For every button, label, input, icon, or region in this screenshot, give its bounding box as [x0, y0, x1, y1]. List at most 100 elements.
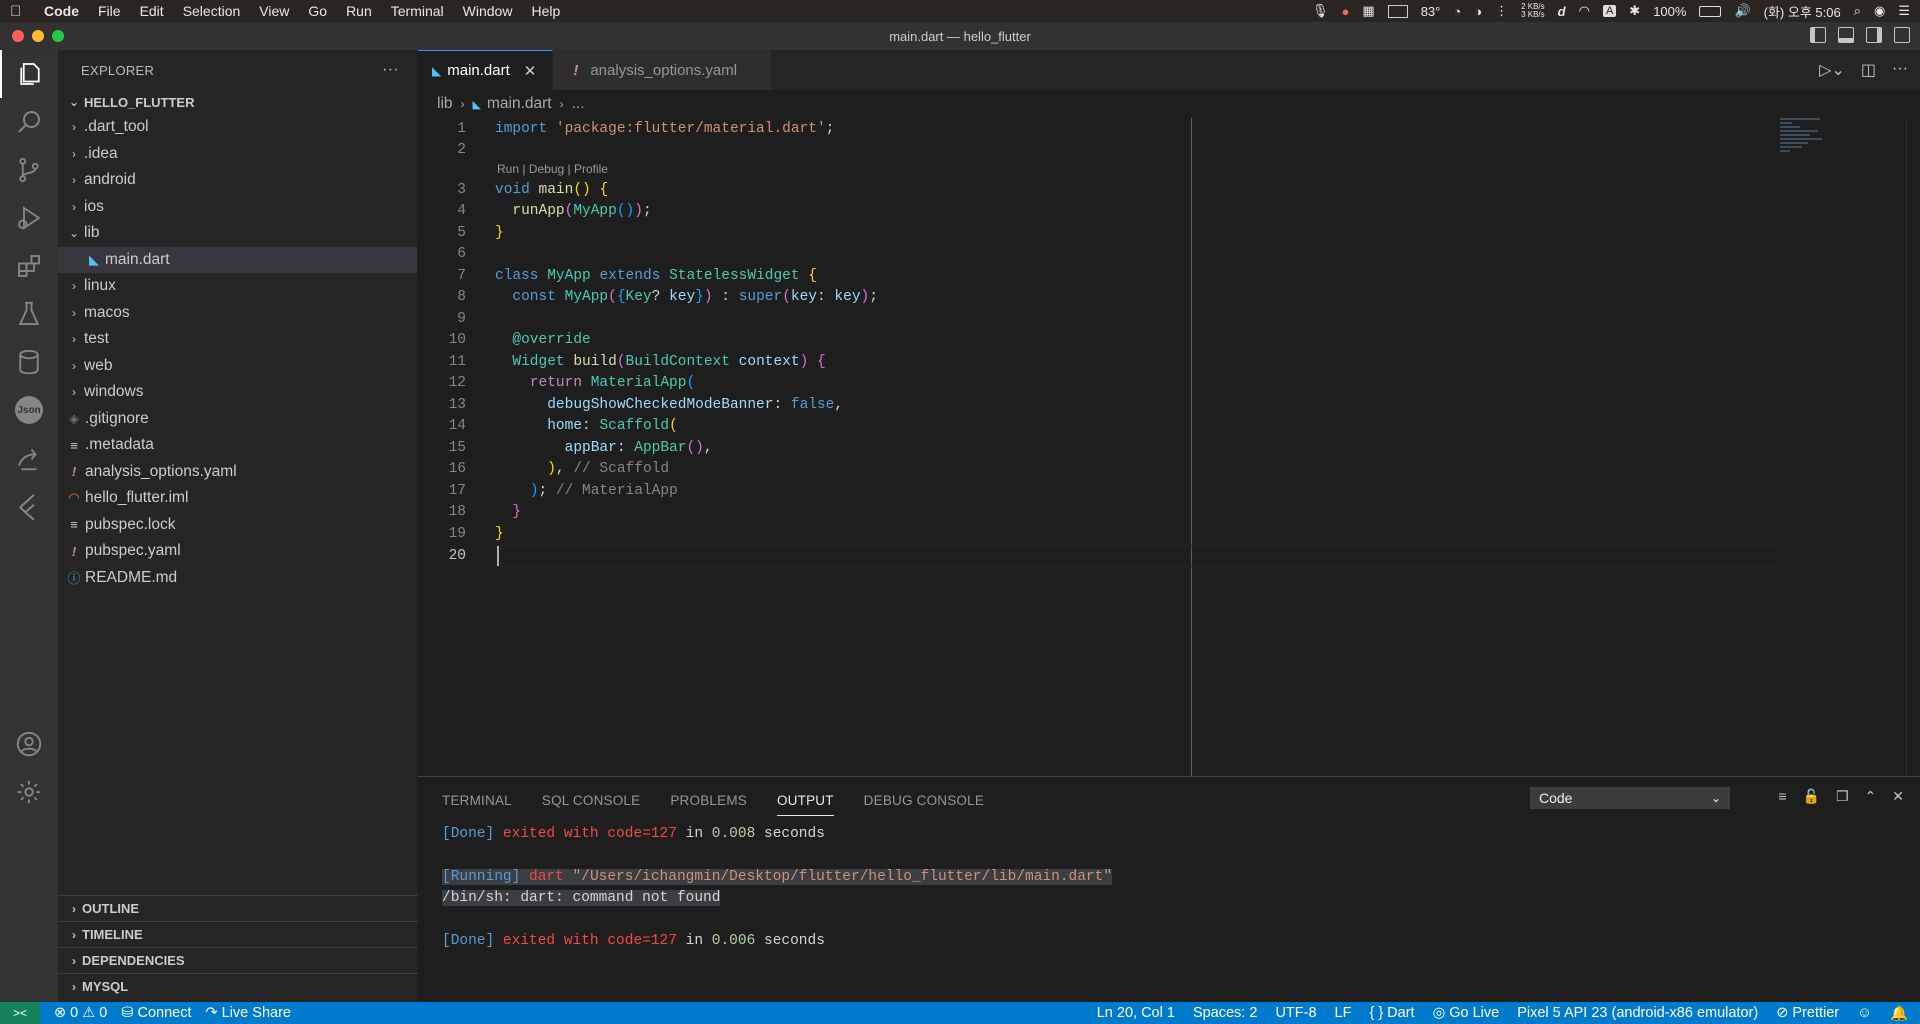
menu-edit[interactable]: Edit — [140, 3, 164, 19]
tree-folder[interactable]: ⌄ lib — [58, 220, 417, 247]
tree-file[interactable]: ! analysis_options.yaml — [58, 459, 417, 486]
customize-layout-icon[interactable] — [1894, 27, 1910, 43]
cpu-icon[interactable]: ◑ — [1474, 4, 1482, 19]
tree-folder[interactable]: › windows — [58, 379, 417, 406]
testing-flask-icon[interactable] — [0, 290, 58, 338]
notification-badge-icon[interactable]: ● — [1342, 4, 1350, 19]
tree-folder[interactable]: › ios — [58, 194, 417, 221]
control-center-icon[interactable]: ◉ — [1874, 3, 1885, 19]
temperature-readout[interactable]: 83° — [1421, 4, 1441, 19]
timeline-section[interactable]: › TIMELINE — [58, 921, 418, 947]
clock[interactable]: (화) 오후 5:06 — [1764, 2, 1841, 21]
menu-go[interactable]: Go — [308, 3, 327, 19]
maximize-panel-icon[interactable]: ⌃ — [1865, 788, 1877, 805]
prettier-status[interactable]: ⊘ Prettier — [1776, 1005, 1839, 1021]
volume-icon[interactable]: 🔊 — [1734, 3, 1750, 19]
tree-folder[interactable]: › android — [58, 167, 417, 194]
outline-section[interactable]: › OUTLINE — [58, 895, 418, 921]
tree-file[interactable]: ◠ hello_flutter.iml — [58, 485, 417, 512]
code-editor[interactable]: Run | Debug | Profile 1 import 'package:f… — [418, 118, 1920, 776]
menu-selection[interactable]: Selection — [183, 3, 241, 19]
flutter-icon[interactable] — [0, 482, 58, 530]
tree-folder[interactable]: › linux — [58, 273, 417, 300]
lock-scroll-icon[interactable]: 🔓 — [1803, 788, 1820, 805]
zoom-window-button[interactable] — [52, 30, 64, 42]
clear-output-icon[interactable]: ≡ — [1778, 788, 1786, 805]
editor-more-icon[interactable]: ··· — [1892, 60, 1908, 80]
window-layout-icon[interactable]: ▦ — [1362, 3, 1374, 19]
tab-terminal[interactable]: TERMINAL — [442, 777, 512, 823]
problems-status[interactable]: ⊗ 0 ⚠ 0 — [54, 1005, 107, 1021]
settings-gear-icon[interactable] — [0, 768, 58, 816]
accounts-icon[interactable] — [0, 720, 58, 768]
breadcrumb-symbol[interactable]: ... — [572, 95, 585, 113]
tab-problems[interactable]: PROBLEMS — [670, 777, 747, 823]
tree-folder[interactable]: › .dart_tool — [58, 114, 417, 141]
mysql-section[interactable]: › MYSQL — [58, 973, 418, 999]
close-window-button[interactable] — [12, 30, 24, 42]
explorer-icon[interactable] — [0, 50, 58, 98]
close-panel-icon[interactable]: ✕ — [1892, 788, 1904, 805]
tree-folder[interactable]: › web — [58, 353, 417, 380]
menu-help[interactable]: Help — [531, 3, 560, 19]
tab-analysis-options[interactable]: ! analysis_options.yaml — [553, 50, 773, 90]
run-debug-icon[interactable] — [0, 194, 58, 242]
pie-chart-icon[interactable]: ◔ — [1453, 4, 1461, 19]
feedback-icon[interactable]: ☺ — [1857, 1005, 1872, 1021]
tree-folder[interactable]: › test — [58, 326, 417, 353]
live-share-status[interactable]: ↷ Live Share — [205, 1005, 290, 1021]
output-log[interactable]: [Done] exited with code=127 in 0.008 sec… — [418, 823, 1920, 952]
tree-file[interactable]: ≡ .metadata — [58, 432, 417, 459]
language-mode[interactable]: { } Dart — [1369, 1005, 1414, 1021]
wifi-icon[interactable]: ◠ — [1579, 3, 1590, 19]
spotlight-search-icon[interactable]: ⌕ — [1854, 3, 1861, 19]
database-icon[interactable] — [0, 338, 58, 386]
flutter-device[interactable]: Pixel 5 API 23 (android-x86 emulator) — [1517, 1005, 1758, 1021]
battery-icon[interactable] — [1699, 5, 1722, 17]
minimize-window-button[interactable] — [32, 30, 44, 42]
network-speed[interactable]: 2 KB/s 3 KB/s — [1521, 3, 1545, 19]
menu-app-name[interactable]: Code — [44, 3, 79, 19]
tree-folder[interactable]: › .idea — [58, 141, 417, 168]
tree-file[interactable]: ◈ .gitignore — [58, 406, 417, 433]
menu-terminal[interactable]: Terminal — [391, 3, 444, 19]
menu-file[interactable]: File — [98, 3, 121, 19]
split-editor-icon[interactable]: ◫ — [1861, 60, 1876, 80]
notifications-bell-icon[interactable]: 🔔 — [1890, 1005, 1908, 1022]
tree-file[interactable]: ! pubspec.yaml — [58, 538, 417, 565]
tab-debug-console[interactable]: DEBUG CONSOLE — [864, 777, 984, 823]
bluetooth-icon[interactable]: ✱ — [1629, 3, 1640, 19]
battery-percent[interactable]: 100% — [1653, 4, 1686, 19]
control-toggle-icon[interactable]: ☰ — [1898, 3, 1910, 19]
extensions-icon[interactable] — [0, 242, 58, 290]
open-log-icon[interactable]: ❐ — [1836, 788, 1849, 805]
minimap[interactable] — [1780, 118, 1840, 168]
editor-scrollbar[interactable] — [1906, 118, 1920, 776]
tab-main-dart[interactable]: ◣ main.dart ✕ — [418, 50, 554, 90]
tab-output[interactable]: OUTPUT — [776, 786, 834, 816]
encoding[interactable]: UTF-8 — [1275, 1005, 1316, 1021]
tab-sql-console[interactable]: SQL CONSOLE — [542, 777, 640, 823]
menu-view[interactable]: View — [259, 3, 289, 19]
breadcrumb-file[interactable]: main.dart — [487, 95, 552, 113]
remote-indicator[interactable]: >< — [0, 1002, 40, 1024]
cursor-position[interactable]: Ln 20, Col 1 — [1097, 1005, 1175, 1021]
live-share-icon[interactable] — [0, 434, 58, 482]
apple-icon[interactable]:  — [10, 3, 28, 20]
codelens-run-debug[interactable]: Run | Debug | Profile — [497, 162, 608, 176]
memory-icon[interactable]: ⋮ — [1495, 3, 1508, 19]
breadcrumb-folder[interactable]: lib — [437, 95, 453, 113]
indentation[interactable]: Spaces: 2 — [1193, 1005, 1258, 1021]
close-tab-icon[interactable]: ✕ — [524, 62, 537, 80]
dictionary-icon[interactable]: d — [1558, 4, 1566, 19]
go-live-button[interactable]: ◎ Go Live — [1433, 1005, 1500, 1021]
toggle-secondary-sidebar-icon[interactable] — [1866, 27, 1882, 43]
toggle-sidebar-icon[interactable] — [1810, 27, 1826, 43]
tree-file[interactable]: ◣ main.dart — [58, 246, 417, 273]
tree-folder[interactable]: › macos — [58, 300, 417, 327]
menu-window[interactable]: Window — [463, 3, 513, 19]
input-source-icon[interactable]: A — [1602, 5, 1617, 17]
output-channel-select[interactable]: Code ⌄ — [1530, 787, 1730, 809]
tree-file[interactable]: ≡ pubspec.lock — [58, 512, 417, 539]
line-ending[interactable]: LF — [1335, 1005, 1352, 1021]
